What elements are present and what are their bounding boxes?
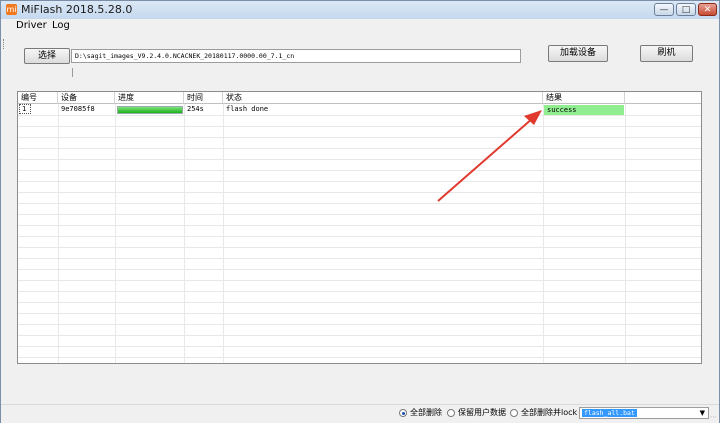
arrow-shaft	[437, 117, 534, 202]
chevron-down-icon[interactable]: ▼	[700, 408, 705, 418]
radio-label-clean-all[interactable]: 全部删除	[410, 408, 442, 418]
annotation-arrow	[437, 110, 542, 202]
radio-save-user-data[interactable]	[447, 409, 455, 417]
radio-clean-all[interactable]	[399, 409, 407, 417]
radio-clean-all-and-lock[interactable]	[510, 409, 518, 417]
radio-label-save-user-data[interactable]: 保留用户数据	[458, 408, 506, 418]
resize-grip-icon[interactable]: ⋯	[710, 413, 717, 421]
script-select-value: flash_all.bat	[582, 409, 637, 417]
radio-label-clean-all-and-lock[interactable]: 全部删除并lock	[521, 408, 577, 418]
status-bar: 全部删除 保留用户数据 全部删除并lock flash_all.bat ▼ ⋯	[1, 404, 719, 423]
script-select[interactable]: flash_all.bat ▼	[579, 407, 709, 419]
miflash-window: mi MiFlash 2018.5.28.0 — □ ✕ Driver Log …	[0, 0, 720, 423]
